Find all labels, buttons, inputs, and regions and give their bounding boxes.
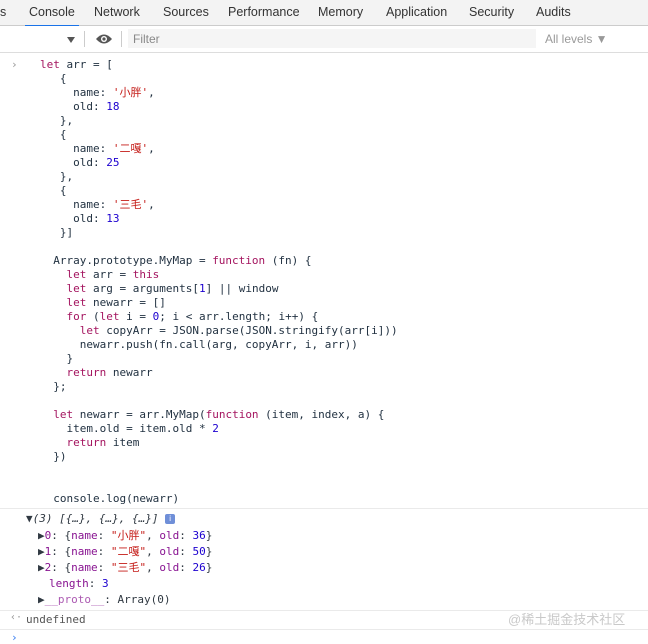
item-old: 26 xyxy=(192,561,206,574)
item-old: 36 xyxy=(192,529,206,542)
input-chevron-icon: › xyxy=(11,58,18,71)
tab-security[interactable]: Security xyxy=(469,0,514,25)
toolbar-divider xyxy=(121,31,122,47)
array-proto[interactable]: ▶__proto__: Array(0) xyxy=(38,592,170,608)
array-summary-text: (3) [{…}, {…}, {…}] xyxy=(32,512,159,525)
return-arrow-icon: ‹· xyxy=(10,612,23,623)
devtools-tab-bar: s Console Network Sources Performance Me… xyxy=(0,0,648,27)
length-value: 3 xyxy=(102,577,109,590)
proto-key: __proto__ xyxy=(44,593,105,606)
array-item[interactable]: ▶2: {name: "三毛", old: 26} xyxy=(38,560,212,576)
item-index: 1 xyxy=(44,545,52,558)
tab-audits[interactable]: Audits xyxy=(536,0,571,25)
array-log-summary[interactable]: ▼(3) [{…}, {…}, {…}] i xyxy=(26,511,176,527)
collapsed-triangle-icon[interactable]: ▶ xyxy=(38,545,45,558)
item-index: 0 xyxy=(44,529,52,542)
context-dropdown-icon[interactable] xyxy=(67,33,75,47)
item-name: "二嘎" xyxy=(110,545,147,558)
item-old: 50 xyxy=(192,545,206,558)
tab-network[interactable]: Network xyxy=(94,0,140,25)
array-length: length: 3 xyxy=(49,577,109,590)
toolbar-divider xyxy=(84,31,85,47)
tab-console[interactable]: Console xyxy=(25,0,79,27)
watermark: @稀土掘金技术社区 xyxy=(508,612,626,627)
log-levels-dropdown[interactable]: All levels ▼ xyxy=(545,32,608,46)
length-key: length xyxy=(49,577,89,590)
console-toolbar: All levels ▼ xyxy=(0,26,648,53)
filter-input[interactable] xyxy=(128,29,536,48)
item-index: 2 xyxy=(44,561,52,574)
return-value: undefined xyxy=(26,613,86,626)
console-input-code: let arr = [ { name: '小胖', old: 18 }, { n… xyxy=(40,58,398,505)
collapsed-triangle-icon[interactable]: ▶ xyxy=(38,529,45,542)
collapsed-triangle-icon[interactable]: ▶ xyxy=(38,593,45,606)
tab-elements-truncated[interactable]: s xyxy=(0,0,6,25)
array-item[interactable]: ▶0: {name: "小胖", old: 36} xyxy=(38,528,212,544)
array-item[interactable]: ▶1: {name: "二嘎", old: 50} xyxy=(38,544,212,560)
item-name: "三毛" xyxy=(110,561,147,574)
prompt-chevron-icon[interactable]: › xyxy=(11,631,18,644)
tab-sources[interactable]: Sources xyxy=(163,0,209,25)
tab-application[interactable]: Application xyxy=(386,0,447,25)
info-icon[interactable]: i xyxy=(165,514,176,524)
item-name: "小胖" xyxy=(110,529,147,542)
tab-memory[interactable]: Memory xyxy=(318,0,363,25)
expanded-triangle-icon[interactable]: ▼ xyxy=(26,512,33,525)
message-separator xyxy=(0,508,648,509)
collapsed-triangle-icon[interactable]: ▶ xyxy=(38,561,45,574)
tab-performance[interactable]: Performance xyxy=(228,0,300,25)
eye-icon[interactable] xyxy=(95,33,113,48)
proto-value: Array(0) xyxy=(117,593,171,606)
message-separator xyxy=(0,629,648,630)
